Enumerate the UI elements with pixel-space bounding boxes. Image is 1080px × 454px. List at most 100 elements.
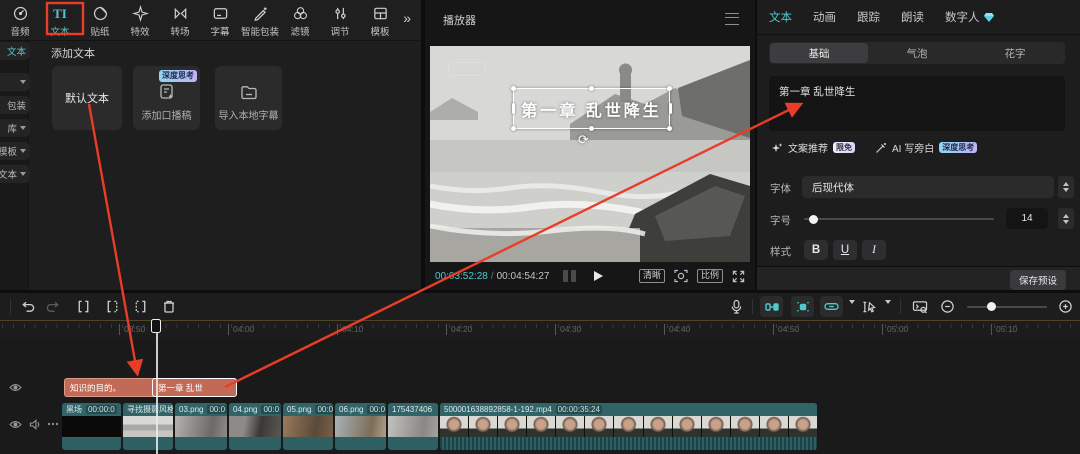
video-clip[interactable]: 04.png00:0 <box>229 403 281 450</box>
slider-handle[interactable] <box>809 215 818 224</box>
record-mic-button[interactable] <box>727 297 746 316</box>
focus-frame-icon[interactable] <box>674 269 688 283</box>
text-clip-selected[interactable]: 第一章 乱世 <box>152 378 237 397</box>
zoom-out-icon[interactable] <box>938 297 957 316</box>
video-clip-mp4[interactable]: 500001638892858-1-192.mp400:00:35:24 <box>440 403 817 450</box>
selection-handle[interactable] <box>589 126 594 131</box>
text-overlay-selection[interactable]: 第一章 乱世降生 <box>513 88 670 129</box>
sub-tab-bubble[interactable]: 气泡 <box>868 43 966 63</box>
compare-icon[interactable] <box>563 270 576 282</box>
side-nav-item-text[interactable]: 文本 <box>0 42 30 60</box>
video-clip[interactable]: 03.png00:0 <box>175 403 227 450</box>
delete-button[interactable] <box>159 297 178 316</box>
player-menu-button[interactable] <box>725 13 739 25</box>
redo-button[interactable] <box>44 297 63 316</box>
selection-handle-right[interactable] <box>669 103 672 114</box>
bold-button[interactable]: B <box>804 240 828 260</box>
tab-effects[interactable]: 特效 <box>120 0 160 38</box>
video-clip[interactable]: 黑场00:00:0 <box>62 403 121 450</box>
import-subtitles-card[interactable]: 导入本地字幕 <box>215 66 282 130</box>
video-track-visibility-toggle[interactable] <box>9 420 22 429</box>
sub-tab-basic[interactable]: 基础 <box>770 43 868 63</box>
italic-button[interactable]: I <box>862 240 886 260</box>
linkage-icon[interactable] <box>820 296 843 317</box>
slider-handle[interactable] <box>987 302 996 311</box>
selection-handle[interactable] <box>667 126 672 131</box>
player-title: 播放器 <box>443 11 476 29</box>
default-text-card[interactable]: 默认文本 <box>52 66 122 130</box>
side-nav-item-library[interactable]: 库 <box>0 119 30 137</box>
ai-voiceover-button[interactable]: AI 写旁白 <box>892 140 934 155</box>
video-clip[interactable]: 05.png00:0 <box>283 403 333 450</box>
free-badge: 限免 <box>833 142 855 154</box>
video-clip[interactable]: 175437406 <box>388 403 438 450</box>
side-nav-item-collapsed[interactable] <box>0 73 30 91</box>
main-track-magnet-icon[interactable] <box>760 296 783 317</box>
tab-adjust[interactable]: 调节 <box>320 0 360 38</box>
font-stepper[interactable] <box>1058 176 1074 198</box>
tab-label: 滤镜 <box>290 24 309 38</box>
tab-smart-package[interactable]: 智能包装 <box>240 0 280 38</box>
tab-animation[interactable]: 动画 <box>813 9 836 25</box>
tab-filter[interactable]: 滤镜 <box>280 0 320 38</box>
auto-snap-icon[interactable] <box>791 296 814 317</box>
trim-left-icon[interactable] <box>103 297 122 316</box>
tab-template[interactable]: 模板 <box>360 0 400 38</box>
selection-handle[interactable] <box>511 126 516 131</box>
side-nav-item-template[interactable]: 模板 <box>0 142 30 160</box>
zoom-in-icon[interactable] <box>1056 297 1075 316</box>
selection-handle[interactable] <box>589 86 594 91</box>
select-tool-icon[interactable] <box>860 297 879 316</box>
video-track-mute-toggle[interactable] <box>29 419 41 430</box>
player-panel: 播放器 第一 <box>425 0 755 290</box>
rotate-handle-icon[interactable]: ⟳ <box>578 132 589 148</box>
tab-transition[interactable]: 转场 <box>160 0 200 38</box>
tab-read-aloud[interactable]: 朗读 <box>901 9 924 25</box>
tab-text-props[interactable]: 文本 <box>769 9 792 25</box>
selection-handle-left[interactable] <box>512 103 515 114</box>
player-controls: 00:03:52:28 / 00:04:54:27 清晰 比例 <box>425 262 755 290</box>
text-library-panel: 音频 TI 文本 贴纸 特效 转场 字幕 <box>0 0 421 290</box>
text-track-visibility-toggle[interactable] <box>9 383 22 392</box>
size-stepper[interactable] <box>1058 208 1074 229</box>
tab-captions[interactable]: 字幕 <box>200 0 240 38</box>
trim-right-icon[interactable] <box>131 297 150 316</box>
toolbar-more-button[interactable]: » <box>403 0 421 26</box>
selection-handle[interactable] <box>511 86 516 91</box>
timeline-zoom-slider[interactable] <box>967 306 1047 308</box>
ruler-label: 05:00 <box>882 324 908 335</box>
underline-button[interactable]: U <box>833 240 857 260</box>
selection-handle[interactable] <box>667 86 672 91</box>
video-clip[interactable]: 寻找摄影风格 <box>123 403 173 450</box>
tab-digital-human[interactable]: 数字人 <box>945 9 994 25</box>
side-nav-item-package[interactable]: 包装 <box>0 96 30 114</box>
quality-button[interactable]: 清晰 <box>639 269 665 284</box>
tab-text[interactable]: TI 文本 <box>40 0 80 38</box>
video-preview[interactable]: 第一章 乱世降生 ⟳ <box>430 46 750 262</box>
add-voiceover-card[interactable]: 深度思考 添加口播稿 <box>133 66 200 130</box>
video-track-more-icon[interactable] <box>47 419 59 429</box>
doc-mic-icon <box>157 82 177 102</box>
tab-audio[interactable]: 音频 <box>0 0 40 38</box>
timeline-view-settings-icon[interactable] <box>910 297 929 316</box>
font-select[interactable]: 后现代体 <box>802 176 1054 198</box>
timeline-ruler[interactable]: 03:50 04:00 04:10 04:20 04:30 04:40 04:5… <box>0 320 1080 339</box>
save-preset-button[interactable]: 保存预设 <box>1010 270 1066 290</box>
undo-button[interactable] <box>18 297 37 316</box>
tab-tracking[interactable]: 跟踪 <box>857 9 880 25</box>
size-value-field[interactable]: 14 <box>1006 208 1048 229</box>
side-nav-item-text2[interactable]: 文本 <box>0 165 30 183</box>
split-icon[interactable] <box>74 297 93 316</box>
fullscreen-icon[interactable] <box>732 270 745 283</box>
copy-recommend-button[interactable]: 文案推荐 <box>788 140 828 155</box>
tab-sticker[interactable]: 贴纸 <box>80 0 120 38</box>
ratio-button[interactable]: 比例 <box>697 269 723 284</box>
playhead[interactable] <box>156 320 158 454</box>
text-clip[interactable]: 知识的目的。 <box>64 378 162 397</box>
playhead-handle[interactable] <box>151 319 161 333</box>
text-input[interactable]: 第一章 乱世降生 <box>769 76 1065 131</box>
sub-tab-fancy-text[interactable]: 花字 <box>966 43 1064 63</box>
size-slider[interactable] <box>804 218 994 220</box>
play-button[interactable] <box>592 270 604 282</box>
video-clip[interactable]: 06.png00:0 <box>335 403 386 450</box>
